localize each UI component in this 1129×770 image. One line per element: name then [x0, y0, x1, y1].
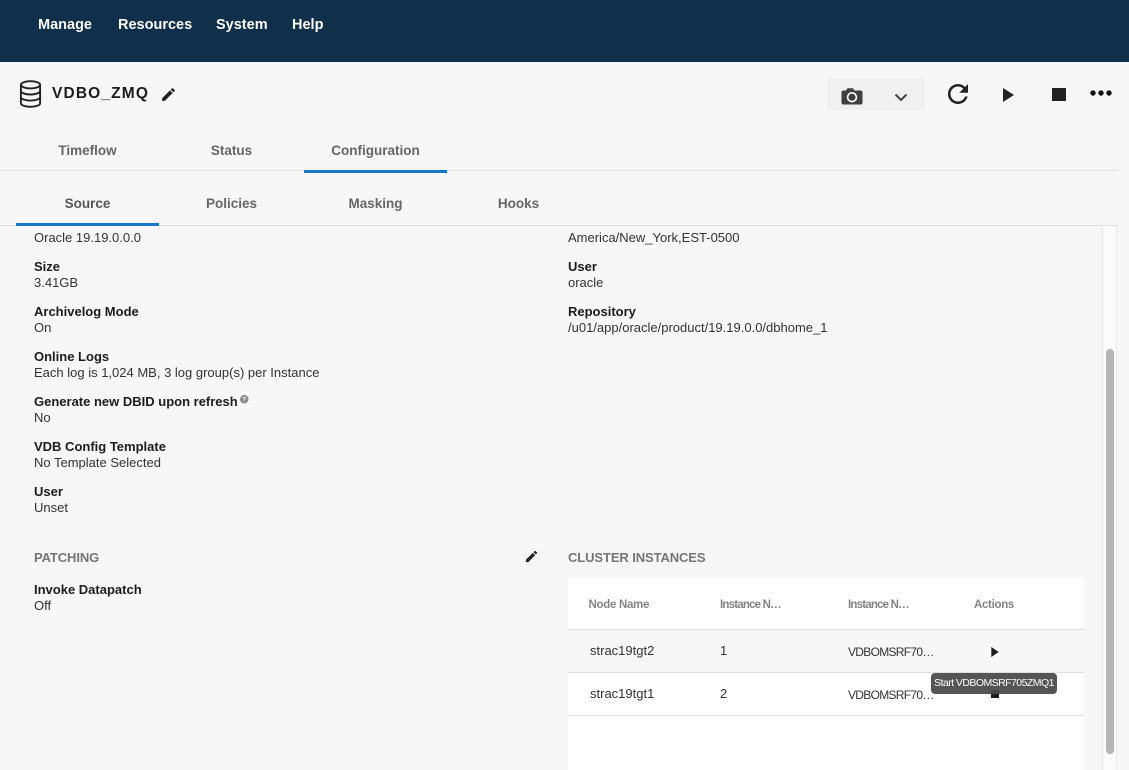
svg-text:?: ?	[242, 396, 246, 403]
